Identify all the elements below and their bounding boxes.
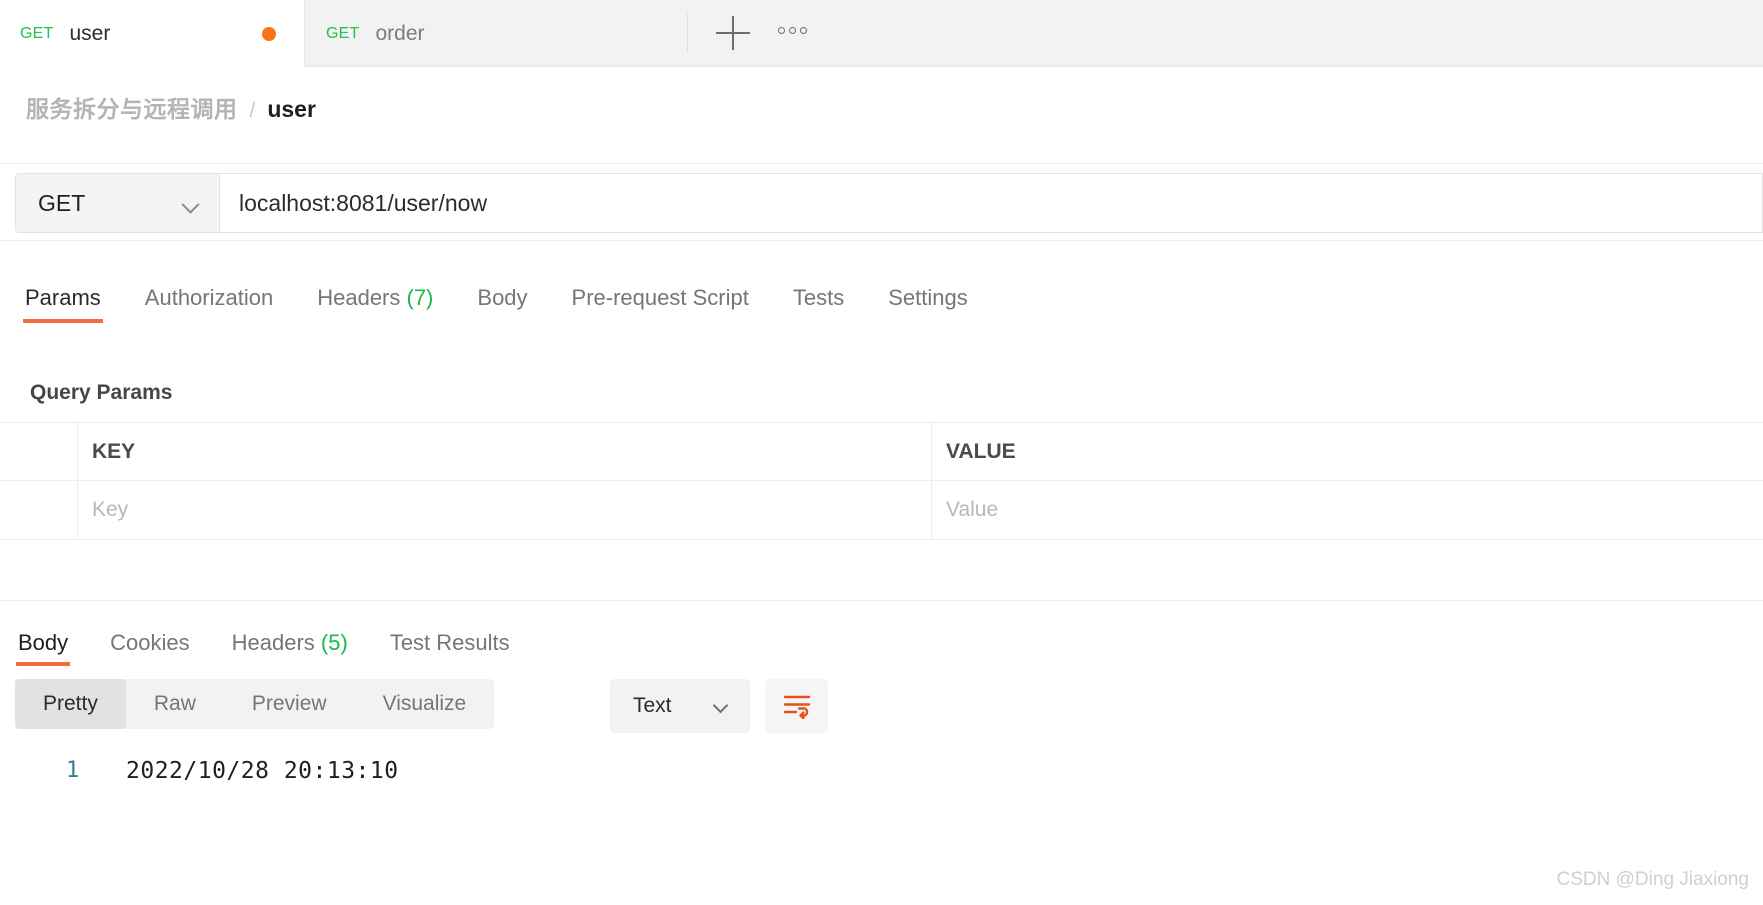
tab-pre-request-script[interactable]: Pre-request Script	[572, 255, 749, 311]
tab-settings-label: Settings	[888, 285, 968, 310]
response-tab-test-results[interactable]: Test Results	[390, 602, 510, 656]
request-section-tabs: Params Authorization Headers (7) Body Pr…	[0, 255, 1763, 345]
tab-pre-request-script-label: Pre-request Script	[571, 285, 749, 310]
response-tab-cookies[interactable]: Cookies	[110, 602, 189, 656]
tab-authorization[interactable]: Authorization	[145, 255, 273, 311]
response-section-tabs: Body Cookies Headers (5) Test Results	[0, 602, 1763, 672]
http-method-select[interactable]: GET	[15, 173, 220, 233]
response-tab-body[interactable]: Body	[15, 602, 71, 666]
view-mode-visualize[interactable]: Visualize	[355, 679, 495, 729]
tab-body[interactable]: Body	[477, 255, 527, 311]
request-tab-user[interactable]: GET user	[0, 0, 305, 67]
tab-params-label: Params	[25, 285, 101, 310]
response-body-viewer[interactable]: 1 2022/10/28 20:13:10	[0, 758, 1763, 848]
breadcrumb-current-request[interactable]: user	[267, 96, 316, 123]
tab-settings[interactable]: Settings	[888, 255, 968, 311]
response-tab-test-results-label: Test Results	[389, 630, 510, 655]
view-mode-pretty-label: Pretty	[43, 692, 98, 715]
tab-headers-count: (7)	[406, 285, 434, 310]
request-tab-order[interactable]: GET order	[306, 0, 686, 67]
url-bar: GET localhost:8081/user/now	[0, 163, 1763, 241]
more-options-icon[interactable]	[778, 27, 807, 34]
response-language-select[interactable]: Text	[610, 679, 750, 733]
request-tab-bar: GET user GET order	[0, 0, 1763, 67]
response-body-line: 2022/10/28 20:13:10	[126, 758, 399, 784]
plus-icon[interactable]	[716, 16, 750, 50]
response-tab-headers-label: Headers	[231, 630, 315, 655]
row-key-input[interactable]: Key	[78, 481, 932, 539]
word-wrap-button[interactable]	[765, 679, 828, 733]
tab-tests[interactable]: Tests	[793, 255, 844, 311]
tab-body-label: Body	[477, 285, 528, 310]
table-row[interactable]: Key Value	[0, 481, 1763, 539]
table-header-value-cell: VALUE	[932, 423, 1763, 480]
watermark: CSDN @Ding Jiaxiong	[1556, 869, 1749, 890]
chevron-down-icon	[181, 195, 200, 214]
view-mode-pretty[interactable]: Pretty	[15, 679, 126, 729]
query-params-table: KEY VALUE Key Value	[0, 422, 1763, 540]
tab-title: user	[69, 21, 111, 45]
response-pane-divider[interactable]	[0, 600, 1763, 601]
column-header-value: VALUE	[946, 439, 1016, 463]
chevron-down-icon	[712, 697, 729, 714]
tab-headers-label: Headers	[317, 285, 401, 310]
http-method-label: GET	[38, 189, 86, 216]
tab-title: order	[375, 21, 425, 45]
tab-headers[interactable]: Headers (7)	[317, 255, 433, 311]
url-input[interactable]: localhost:8081/user/now	[220, 173, 1763, 233]
query-params-title: Query Params	[30, 381, 173, 404]
response-tab-body-label: Body	[18, 630, 69, 655]
url-input-value: localhost:8081/user/now	[239, 189, 488, 216]
row-value-placeholder: Value	[946, 498, 999, 521]
view-mode-preview[interactable]: Preview	[224, 679, 355, 729]
row-checkbox-cell[interactable]	[0, 481, 78, 539]
response-language-label: Text	[633, 694, 672, 717]
unsaved-changes-dot[interactable]	[262, 27, 276, 41]
tab-method-label: GET	[20, 24, 54, 42]
line-number: 1	[66, 758, 80, 783]
breadcrumb: 服务拆分与远程调用 / user	[26, 90, 316, 124]
response-tab-cookies-label: Cookies	[110, 630, 190, 655]
response-view-mode-group: Pretty Raw Preview Visualize	[15, 679, 495, 729]
view-mode-raw-label: Raw	[153, 692, 196, 715]
tab-tests-label: Tests	[792, 285, 845, 310]
table-header-row: KEY VALUE	[0, 423, 1763, 481]
column-header-key: KEY	[92, 439, 136, 463]
view-mode-raw[interactable]: Raw	[126, 679, 224, 729]
view-mode-preview-label: Preview	[251, 692, 327, 715]
word-wrap-icon	[783, 695, 810, 719]
tab-params[interactable]: Params	[23, 255, 103, 323]
response-tab-headers[interactable]: Headers (5)	[232, 602, 348, 656]
tab-authorization-label: Authorization	[144, 285, 274, 310]
row-value-input[interactable]: Value	[932, 481, 1763, 539]
row-key-placeholder: Key	[92, 498, 129, 521]
table-header-key-cell: KEY	[78, 423, 932, 480]
breadcrumb-separator: /	[249, 99, 256, 122]
table-header-checkbox-cell	[0, 423, 78, 480]
tab-method-label: GET	[326, 24, 360, 42]
breadcrumb-collection[interactable]: 服务拆分与远程调用	[26, 90, 238, 124]
view-mode-visualize-label: Visualize	[382, 692, 467, 715]
response-tab-headers-count: (5)	[320, 630, 348, 655]
tabbar-divider	[687, 14, 688, 52]
